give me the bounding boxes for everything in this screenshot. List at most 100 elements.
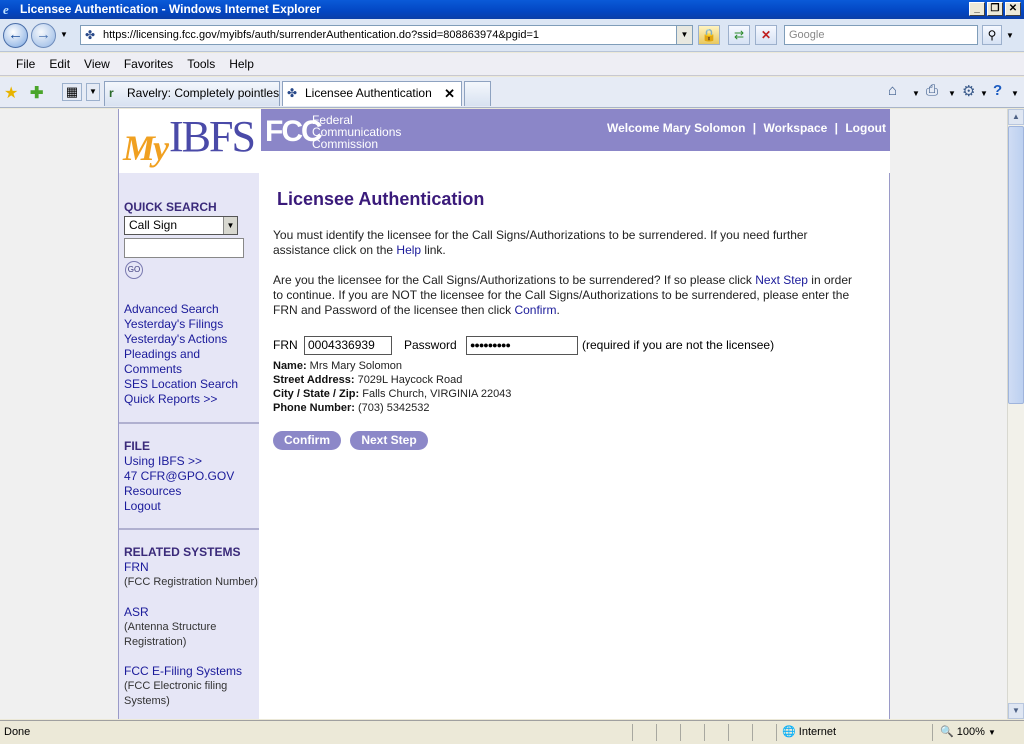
- window-controls: _ ❐ ✕: [969, 2, 1021, 16]
- minimize-button[interactable]: _: [969, 2, 985, 16]
- menu-bar: File Edit View Favorites Tools Help: [0, 53, 1024, 76]
- tab-label: Ravelry: Completely pointles...: [127, 86, 280, 100]
- refresh-icon[interactable]: ⇄: [728, 25, 750, 45]
- fcc-name: Federal Communications Commission: [312, 114, 401, 150]
- address-dropdown-icon[interactable]: ▼: [676, 26, 692, 44]
- fcc-favicon-icon: ✤: [287, 86, 298, 100]
- yesterdays-actions-link[interactable]: Yesterday's Actions: [124, 332, 238, 347]
- licensee-city: City / State / Zip: Falls Church, VIRGIN…: [273, 387, 511, 401]
- advanced-search-link[interactable]: Advanced Search: [124, 302, 238, 317]
- tab-licensee-authentication[interactable]: ✤ Licensee Authentication ✕: [282, 81, 462, 106]
- quick-reports-link[interactable]: Quick Reports >>: [124, 392, 238, 407]
- chevron-down-icon[interactable]: ▼: [223, 217, 237, 234]
- password-input[interactable]: ●●●●●●●●●: [466, 336, 578, 355]
- help-icon[interactable]: ?: [993, 82, 1002, 99]
- zoom-control[interactable]: 🔍 100% ▼: [940, 725, 996, 738]
- print-dropdown-icon[interactable]: ▼: [948, 89, 956, 98]
- add-favorite-icon[interactable]: ✚: [30, 83, 43, 103]
- menu-view[interactable]: View: [84, 57, 110, 71]
- menu-favorites[interactable]: Favorites: [124, 57, 173, 71]
- print-icon[interactable]: ⎙: [926, 82, 938, 99]
- quick-tabs-icon[interactable]: ▦: [62, 83, 82, 101]
- workspace-link[interactable]: Workspace: [763, 121, 827, 135]
- myibfs-page: My IBFS FCC Federal Communications Commi…: [118, 109, 890, 719]
- quick-search-input[interactable]: [124, 238, 244, 258]
- tools-dropdown-icon[interactable]: ▼: [980, 89, 988, 98]
- search-options-dropdown-icon[interactable]: ▼: [1006, 31, 1014, 40]
- vertical-scrollbar[interactable]: ▲ ▼: [1007, 109, 1024, 719]
- confirm-button[interactable]: Confirm: [273, 431, 341, 450]
- comments-link[interactable]: Comments: [124, 362, 238, 377]
- tab-ravelry[interactable]: r Ravelry: Completely pointles...: [104, 81, 280, 106]
- menu-file[interactable]: File: [16, 57, 35, 71]
- home-icon[interactable]: ⌂: [888, 82, 897, 99]
- using-ibfs-link[interactable]: Using IBFS >>: [124, 454, 234, 469]
- paragraph-text: .: [556, 303, 560, 317]
- page-title: Licensee Authentication: [277, 189, 485, 209]
- paragraph-line: Are you the licensee for the Call Signs/…: [273, 273, 871, 288]
- file-section-title: FILE: [124, 439, 150, 453]
- name-value: Mrs Mary Solomon: [306, 360, 402, 372]
- ravelry-favicon-icon: r: [109, 86, 114, 100]
- address-field[interactable]: ✤ https://licensing.fcc.gov/myibfs/auth/…: [80, 25, 693, 45]
- forward-button[interactable]: →: [31, 23, 56, 48]
- scroll-down-icon[interactable]: ▼: [1008, 703, 1024, 719]
- history-dropdown-icon[interactable]: ▼: [60, 30, 68, 39]
- related-asr: ASR (Antenna Structure Registration): [124, 605, 216, 650]
- new-tab-button[interactable]: [464, 81, 491, 106]
- internet-zone[interactable]: 🌐 Internet: [782, 725, 836, 738]
- search-input[interactable]: Google: [784, 25, 978, 45]
- logout-link[interactable]: Logout: [845, 121, 886, 135]
- menu-edit[interactable]: Edit: [49, 57, 70, 71]
- related-efiling: FCC E-Filing Systems (FCC Electronic fil…: [124, 664, 242, 709]
- logo-my: My: [123, 128, 169, 168]
- frn-link[interactable]: FRN: [124, 560, 258, 575]
- next-step-button[interactable]: Next Step: [350, 431, 428, 450]
- asr-link[interactable]: ASR: [124, 605, 216, 620]
- sidebar-logout-link[interactable]: Logout: [124, 499, 234, 514]
- paragraph-text: assistance click on the: [273, 243, 397, 257]
- cfr-gpo-link[interactable]: 47 CFR@GPO.GOV: [124, 469, 234, 484]
- favorites-star-icon[interactable]: ★: [4, 83, 18, 103]
- tab-bar: ★ ✚ ▦ ▼ r Ravelry: Completely pointles..…: [0, 77, 1024, 108]
- scroll-thumb[interactable]: [1008, 126, 1024, 404]
- yesterdays-filings-link[interactable]: Yesterday's Filings: [124, 317, 238, 332]
- street-label: Street Address:: [273, 374, 355, 386]
- instructions-paragraph-2: Are you the licensee for the Call Signs/…: [273, 273, 871, 318]
- help-link[interactable]: Help: [396, 243, 421, 257]
- close-tab-icon[interactable]: ✕: [444, 82, 455, 105]
- efiling-link[interactable]: FCC E-Filing Systems: [124, 664, 242, 679]
- help-dropdown-icon[interactable]: ▼: [1011, 89, 1019, 98]
- name-label: Name:: [273, 360, 307, 372]
- scroll-up-icon[interactable]: ▲: [1008, 109, 1024, 125]
- lock-icon[interactable]: 🔒: [698, 25, 720, 45]
- home-dropdown-icon[interactable]: ▼: [912, 89, 920, 98]
- search-links: Advanced Search Yesterday's Filings Yest…: [124, 302, 238, 407]
- go-button[interactable]: GO: [125, 261, 143, 279]
- frn-note: (FCC Registration Number): [124, 576, 258, 588]
- next-step-link[interactable]: Next Step: [755, 273, 808, 287]
- status-text: Done: [4, 726, 31, 738]
- frn-input[interactable]: 0004336939: [304, 336, 392, 355]
- search-icon[interactable]: ⚲: [982, 25, 1002, 45]
- close-window-button[interactable]: ✕: [1005, 2, 1021, 16]
- tab-list-dropdown-icon[interactable]: ▼: [86, 83, 100, 101]
- stop-icon[interactable]: ✕: [755, 25, 777, 45]
- status-divider: [680, 724, 681, 741]
- resources-link[interactable]: Resources: [124, 484, 234, 499]
- back-button[interactable]: ←: [3, 23, 28, 48]
- related-frn: FRN (FCC Registration Number): [124, 560, 258, 590]
- licensee-name: Name: Mrs Mary Solomon: [273, 359, 402, 373]
- quick-search-select[interactable]: Call Sign ▼: [124, 216, 238, 235]
- menu-tools[interactable]: Tools: [187, 57, 215, 71]
- confirm-link[interactable]: Confirm: [514, 303, 556, 317]
- pleadings-link[interactable]: Pleadings and: [124, 347, 238, 362]
- ses-location-search-link[interactable]: SES Location Search: [124, 377, 238, 392]
- zoom-dropdown-icon[interactable]: ▼: [988, 728, 996, 737]
- maximize-button[interactable]: ❐: [987, 2, 1003, 16]
- password-label: Password: [404, 338, 457, 352]
- menu-help[interactable]: Help: [229, 57, 254, 71]
- tools-gear-icon[interactable]: ⚙: [962, 82, 975, 100]
- myibfs-logo[interactable]: My IBFS: [119, 109, 261, 173]
- paragraph-text: link.: [421, 243, 446, 257]
